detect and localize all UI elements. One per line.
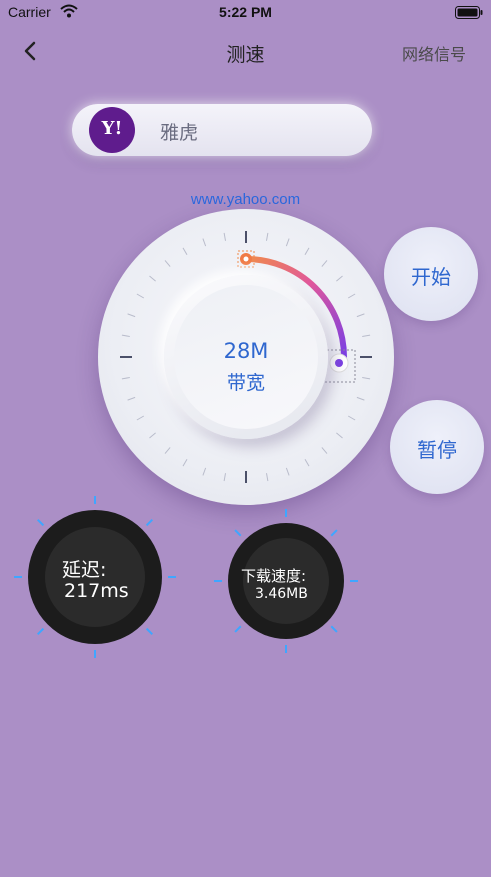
dial-tick — [164, 447, 171, 454]
dial-tick — [356, 313, 365, 318]
dial-tick — [164, 260, 171, 267]
gauge-tick — [145, 519, 153, 527]
yahoo-logo: Y! — [89, 107, 135, 153]
dial-tick — [223, 473, 227, 482]
dial-tick — [223, 232, 227, 241]
dial-tick — [336, 432, 343, 439]
dial-tick — [321, 260, 328, 267]
dial-tick — [356, 396, 365, 401]
dial-tick — [121, 334, 130, 338]
battery-icon — [455, 6, 483, 19]
gauge-tick — [37, 519, 45, 527]
latency-value: 217ms — [64, 580, 129, 602]
pause-button[interactable]: 暂停 — [390, 400, 484, 494]
dial-tick — [321, 447, 328, 454]
dial-center: 28M 带宽 — [164, 275, 328, 439]
dial-tick — [149, 432, 156, 439]
status-bar: Carrier 5:22 PM — [0, 0, 491, 26]
start-button-label: 开始 — [411, 265, 451, 289]
dial-tick — [136, 293, 145, 299]
speed-dial: 28M 带宽 — [98, 209, 394, 505]
dial-tick — [347, 415, 356, 421]
dial-tick — [127, 313, 136, 318]
dial-tick — [285, 238, 290, 247]
gauge-tick — [234, 625, 242, 633]
dial-tick — [202, 467, 207, 476]
dial-tick — [149, 275, 156, 282]
dial-tick — [362, 376, 371, 380]
latency-label: 延迟: — [62, 559, 107, 581]
gauge-tick — [330, 625, 338, 633]
dial-tick — [127, 396, 136, 401]
download-value: 3.46MB — [255, 586, 308, 602]
gauge-tick — [234, 529, 242, 537]
site-selector[interactable]: Y! 雅虎 — [72, 104, 372, 156]
dial-tick — [265, 232, 269, 241]
bandwidth-label: 带宽 — [226, 372, 265, 394]
dial-tick — [362, 334, 371, 338]
nav-bar: 测速 网络信号 — [0, 30, 491, 74]
gauge-tick — [145, 627, 153, 635]
dial-tick — [121, 376, 130, 380]
dial-tick — [304, 247, 310, 256]
dial-tick — [285, 467, 290, 476]
gauge-tick — [37, 627, 45, 635]
site-name: 雅虎 — [160, 122, 199, 144]
dial-tick — [182, 247, 188, 256]
dial-tick — [336, 275, 343, 282]
dial-tick — [202, 238, 207, 247]
dial-tick — [182, 458, 188, 467]
site-logo-text: Y! — [101, 118, 123, 139]
site-url: www.yahoo.com — [190, 191, 301, 208]
dial-tick — [265, 473, 269, 482]
status-time: 5:22 PM — [219, 4, 272, 20]
download-label: 下载速度: — [241, 567, 307, 585]
bandwidth-value: 28M — [223, 339, 269, 363]
network-signal-link[interactable]: 网络信号 — [402, 41, 466, 65]
pause-button-label: 暂停 — [417, 438, 457, 462]
dial-tick — [347, 293, 356, 299]
dial-tick — [136, 415, 145, 421]
dial-tick — [304, 458, 310, 467]
gauge-tick — [330, 529, 338, 537]
start-button[interactable]: 开始 — [384, 227, 478, 321]
